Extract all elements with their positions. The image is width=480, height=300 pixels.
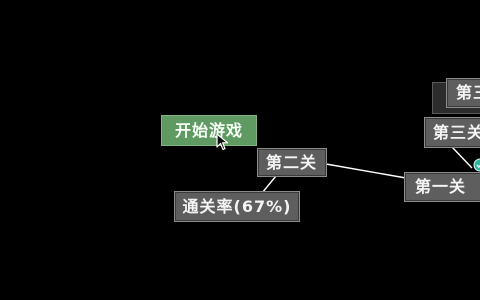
level-node-1[interactable]: 第一关 [404, 172, 480, 202]
level-map: 第三 第三关 开始游戏 第二关 第一关 通关率(67%) [0, 0, 480, 300]
start-game-button[interactable]: 开始游戏 [161, 115, 257, 146]
level-node-2[interactable]: 第二关 [257, 148, 327, 177]
level-2-label: 第二关 [266, 152, 318, 172]
level-marker-icon [473, 158, 480, 172]
level-node-top[interactable]: 第三 [446, 78, 480, 108]
level-1-label: 第一关 [415, 177, 467, 196]
start-game-label: 开始游戏 [174, 120, 243, 140]
clear-rate-value: (67%) [233, 196, 292, 216]
clear-rate-badge: 通关率 (67%) [174, 191, 300, 222]
connector-level2-level1 [325, 163, 407, 179]
level-top-label: 第三 [456, 83, 480, 102]
level-3-label: 第三关 [433, 122, 480, 142]
pointer-cursor-icon [216, 133, 229, 151]
level-connectors [261, 146, 473, 194]
level-node-3[interactable]: 第三关 [424, 117, 480, 148]
clear-rate-label: 通关率 [182, 196, 234, 216]
connector-level3-level1 [451, 146, 473, 169]
